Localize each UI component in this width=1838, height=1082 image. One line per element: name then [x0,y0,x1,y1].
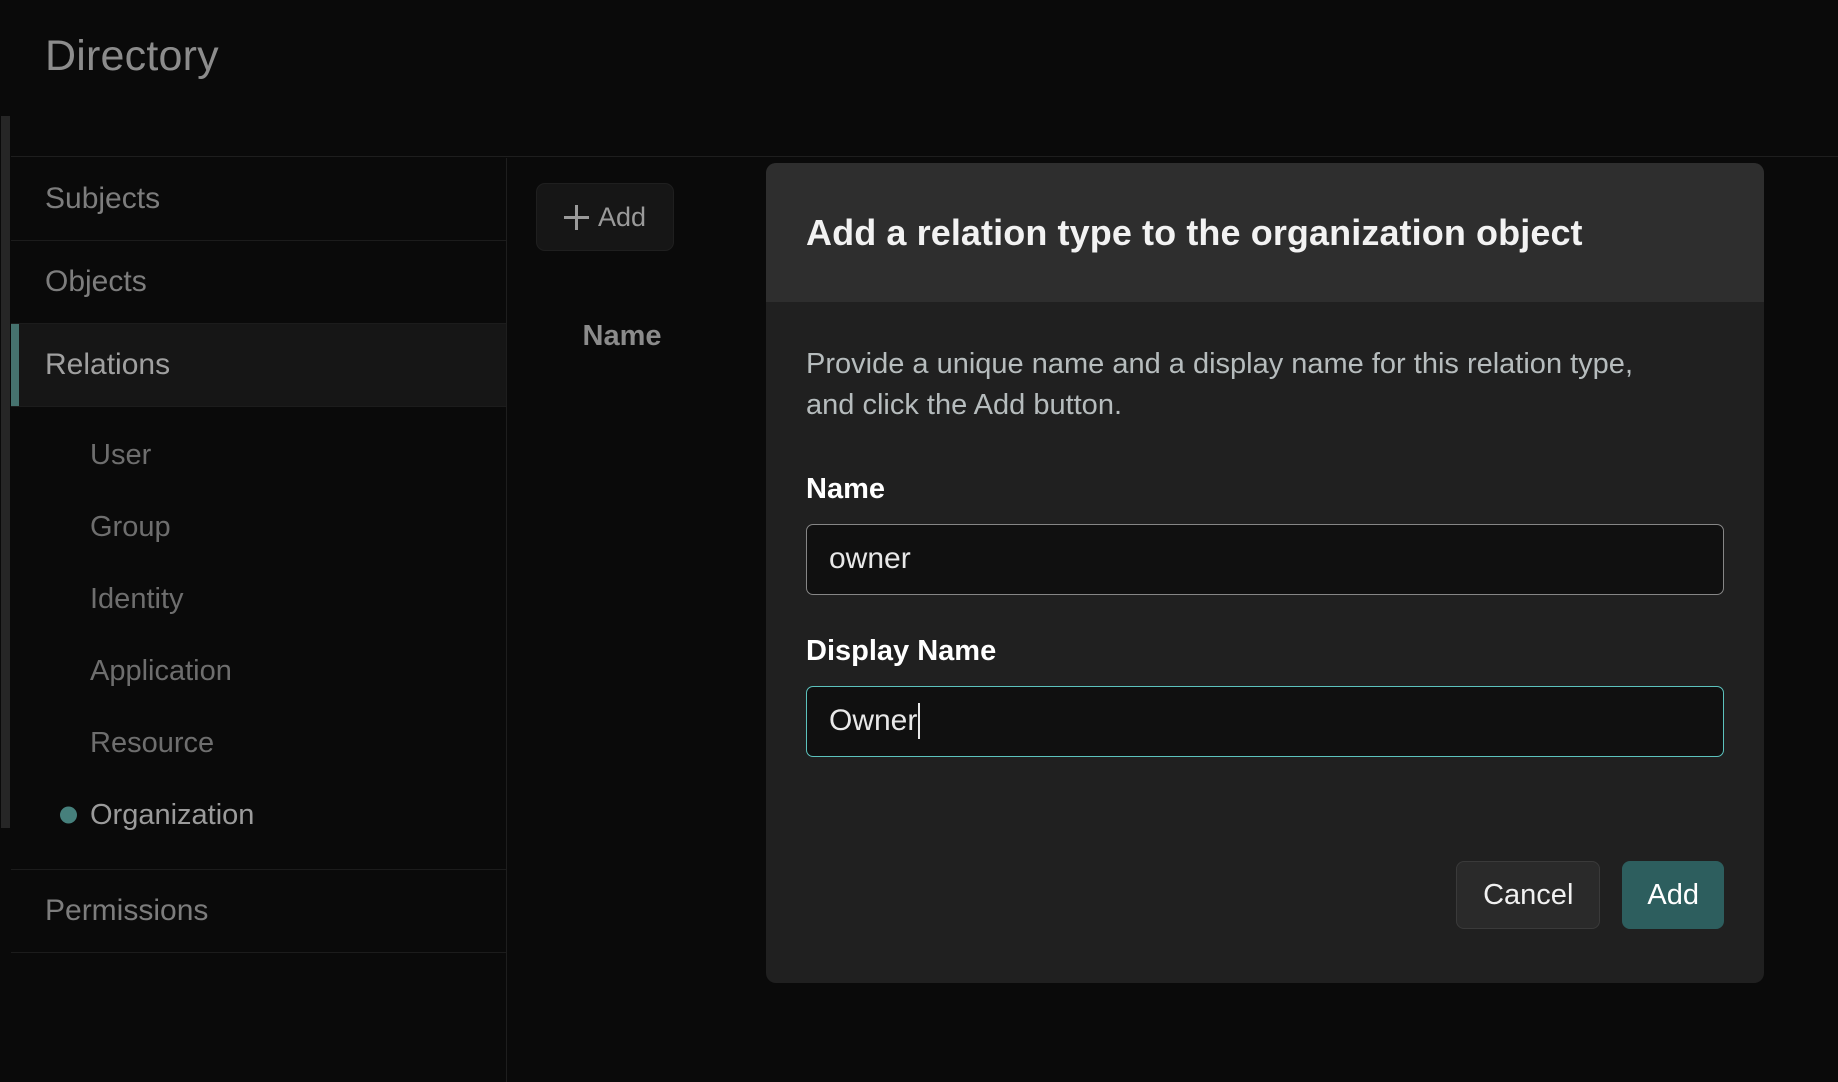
display-name-input[interactable]: Owner [806,685,1724,757]
dialog-body: Provide a unique name and a display name… [766,302,1764,757]
active-accent-bar [11,324,19,406]
field-spacer [806,595,1724,635]
plus-icon [563,204,589,230]
sidebar-item-subjects[interactable]: Subjects [11,158,506,241]
dialog-description: Provide a unique name and a display name… [806,348,1633,422]
dialog-actions: Cancel Add [1456,861,1724,929]
sidebar-item-label: Subjects [45,182,161,215]
add-relation-type-dialog: Add a relation type to the organization … [766,163,1764,983]
sidebar-subitem-label: Resource [90,726,215,759]
add-button[interactable]: Add [536,183,674,251]
sidebar-item-objects[interactable]: Objects [11,241,506,324]
app-root: Directory Subjects Objects Relations Use… [0,0,1838,1082]
cancel-button[interactable]: Cancel [1456,861,1601,929]
sidebar-subitem-label: Identity [90,582,184,615]
name-input[interactable]: owner [806,523,1724,595]
sidebar-subitem-label: Group [90,510,171,543]
column-header-name: Name [582,319,662,352]
selected-dot-icon [60,806,77,824]
display-name-field-label: Display Name [806,634,997,667]
sidebar-item-permissions[interactable]: Permissions [11,870,506,953]
sidebar-subitem-group[interactable]: Group [11,491,506,563]
sidebar-item-relations[interactable]: Relations [11,324,506,407]
sidebar-subitem-organization[interactable]: Organization [11,779,506,851]
sidebar-submenu-relations: User Group Identity Application Resource… [11,407,506,870]
display-name-input-value: Owner [829,704,918,738]
page-scrollbar-thumb[interactable] [1,116,10,828]
relation-list-panel: Add Name [508,158,736,1082]
dialog-title: Add a relation type to the organization … [806,211,1583,253]
top-bar: Directory [11,0,1838,157]
sidebar-item-label: Permissions [45,894,209,927]
dialog-header: Add a relation type to the organization … [766,163,1764,302]
sidebar-subitem-label: Application [90,654,232,687]
text-cursor [918,703,921,740]
sidebar-subitem-application[interactable]: Application [11,635,506,707]
sidebar-subitem-resource[interactable]: Resource [11,707,506,779]
submit-add-button[interactable]: Add [1622,861,1724,929]
sidebar-subitem-label: User [90,438,152,471]
page-scrollbar[interactable] [0,0,11,1082]
page-title: Directory [45,32,219,80]
sidebar-subitem-user[interactable]: User [11,419,506,491]
sidebar-subitem-identity[interactable]: Identity [11,563,506,635]
sidebar-item-label: Relations [45,348,171,381]
sidebar: Subjects Objects Relations User Group Id… [11,158,507,1082]
name-field-label: Name [806,472,885,505]
sidebar-subitem-label: Organization [90,798,255,831]
sidebar-item-label: Objects [45,265,147,298]
add-button-label: Add [597,201,647,232]
name-input-value: owner [829,542,911,576]
